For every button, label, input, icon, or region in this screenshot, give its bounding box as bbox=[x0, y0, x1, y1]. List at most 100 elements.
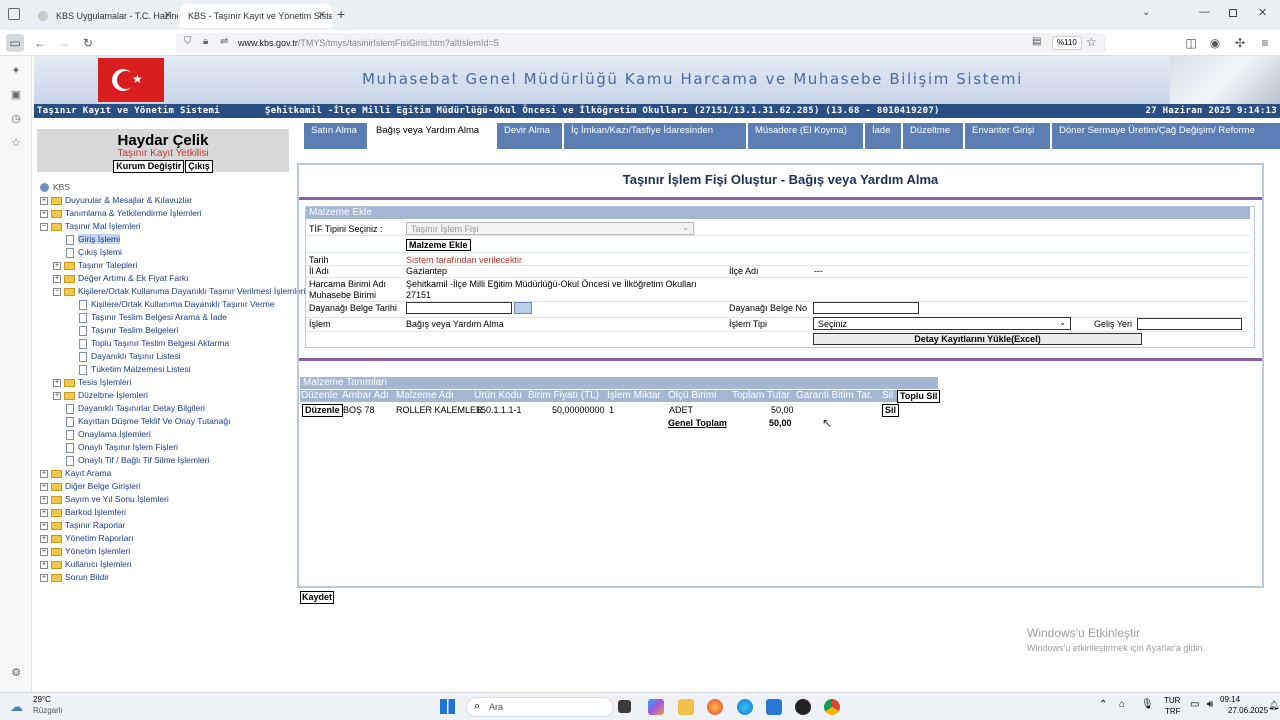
tree-item-tasinir-mal[interactable]: − Taşınır Mal İşlemleri bbox=[40, 220, 141, 232]
menu-icon[interactable]: ≡ bbox=[1256, 34, 1274, 52]
microphone-icon[interactable]: 🎙︎ bbox=[1141, 699, 1154, 710]
tree-item-sayim[interactable]: + Sayım ve Yıl Sonu İşlemleri bbox=[40, 493, 169, 505]
tree-item-dayanikli-detay[interactable]: Dayanıklı Taşınırlar Detay Bilgileri bbox=[66, 402, 205, 414]
tree-item-tasinir-verme[interactable]: Kişilere/Ortak Kullanıma Dayanıklı Taşın… bbox=[79, 298, 275, 310]
clock-date[interactable]: 27.06.2025 bbox=[1228, 706, 1268, 715]
reload-icon[interactable]: ↻ bbox=[79, 34, 97, 52]
tree-item-yonetim-raporlari[interactable]: + Yönetim Raporları bbox=[40, 532, 134, 544]
network-icon[interactable]: ⌂ bbox=[1119, 699, 1125, 710]
tree-root[interactable]: KBS bbox=[40, 181, 70, 193]
tree-item-teslim-arama[interactable]: Taşınır Teslim Belgesi Arama & İade bbox=[79, 311, 227, 323]
ai-chat-icon[interactable]: ✦ bbox=[9, 64, 23, 78]
minimize-icon[interactable]: — bbox=[1199, 6, 1210, 18]
zoom-indicator[interactable]: %110 bbox=[1052, 36, 1082, 50]
add-material-button[interactable]: Malzeme Ekle bbox=[406, 239, 471, 251]
tree-item-duzeltme[interactable]: + Düzeltme İşlemleri bbox=[53, 389, 148, 401]
delete-row-button[interactable]: Sil bbox=[882, 404, 900, 417]
tree-item-barkod[interactable]: + Barkod İşlemleri bbox=[40, 506, 126, 518]
tree-item-yonetim-islemleri[interactable]: + Yönetim İşlemleri bbox=[40, 545, 130, 557]
weather-temp[interactable]: 29°C bbox=[33, 695, 51, 704]
logout-button[interactable]: Çıkış bbox=[185, 160, 213, 173]
tab-satin-alma[interactable]: Satın Alma bbox=[304, 123, 369, 149]
tree-item-cikis-islemi[interactable]: Çıkış İşlemi bbox=[66, 246, 122, 258]
tree-item-diger-belge[interactable]: + Diğer Belge Girişleri bbox=[40, 480, 141, 492]
tab-ic-imkan[interactable]: İç İmkan/Kazı/Tasfiye İdaresinden bbox=[564, 123, 748, 149]
clock-time[interactable]: 09:14 bbox=[1220, 695, 1240, 704]
recorder-icon[interactable] bbox=[795, 699, 811, 715]
task-view-icon[interactable] bbox=[618, 700, 631, 713]
tab-bagis-yardim[interactable]: Bağış veya Yardım Alma bbox=[369, 123, 497, 149]
tab-overflow-icon[interactable]: ⌄ bbox=[1142, 7, 1150, 18]
tree-item-onayli-fisler[interactable]: Onaylı Taşınır İşlem Fişleri bbox=[66, 441, 178, 453]
tray-overflow-icon[interactable]: ⌃ bbox=[1099, 699, 1107, 710]
language-bottom[interactable]: TRF bbox=[1165, 707, 1181, 716]
chrome-icon[interactable] bbox=[824, 699, 840, 715]
shield-icon[interactable]: ⛉ bbox=[184, 36, 192, 47]
tree-item-deger-artimi[interactable]: + Değer Artımı & Ek Fiyat Farkı bbox=[53, 272, 189, 284]
close-tab-icon[interactable]: ✕ bbox=[318, 4, 326, 28]
language-top[interactable]: TUR bbox=[1164, 696, 1180, 705]
weather-icon[interactable]: ☁ bbox=[10, 699, 23, 715]
bookmark-star-icon[interactable]: ☆ bbox=[1086, 35, 1097, 49]
tree-item-onaylama[interactable]: Onaylama İşlemleri bbox=[66, 428, 151, 440]
dayanak-no-input[interactable] bbox=[813, 302, 919, 314]
tree-item-dayanikli-liste[interactable]: Dayanıklı Taşınır Listesi bbox=[79, 350, 181, 362]
tree-item-giris-islemi[interactable]: Giriş İşlemi bbox=[66, 233, 121, 245]
tab-duzeltme[interactable]: Düzeltme bbox=[903, 123, 965, 149]
display-icon[interactable]: ▭ bbox=[1190, 699, 1199, 710]
close-tab-icon[interactable]: ✕ bbox=[164, 4, 172, 28]
back-icon[interactable]: ← bbox=[31, 34, 49, 52]
browser-tab-2[interactable]: KBS - Taşınır Kayıt ve Yönetim Sistem ✕ bbox=[180, 4, 332, 28]
notification-icon[interactable]: 🔔︎ bbox=[1268, 700, 1279, 711]
change-institution-button[interactable]: Kurum Değiştir bbox=[113, 160, 185, 173]
calendar-icon[interactable] bbox=[514, 302, 532, 314]
tree-item-kullanici[interactable]: + Kullanıcı İşlemleri bbox=[40, 558, 132, 570]
restore-icon[interactable] bbox=[1229, 9, 1237, 17]
tree-item-sorun-bildir[interactable]: + Sorun Bildir bbox=[40, 571, 109, 583]
weather-desc[interactable]: Rüzgarlı bbox=[33, 706, 63, 715]
account-icon[interactable]: ◉ bbox=[1206, 34, 1224, 52]
tree-item-duyurular[interactable]: + Duyurular & Mesajlar & Kılavuzlar bbox=[40, 194, 192, 206]
tree-item-kayit-arama[interactable]: + Kayıt Arama bbox=[40, 467, 111, 479]
tree-item-onayli-tif-silme[interactable]: Onaylı Tif / Bağlı Tif Silme İşlemleri bbox=[66, 454, 209, 466]
taskbar-search[interactable]: ⌕ Ara bbox=[466, 697, 614, 717]
close-window-icon[interactable]: ✕ bbox=[1258, 6, 1267, 19]
file-explorer-icon[interactable] bbox=[678, 699, 694, 715]
extensions-icon[interactable]: ✣ bbox=[1231, 34, 1249, 52]
bookmarks-icon[interactable]: ☆ bbox=[9, 136, 23, 150]
firefox-icon[interactable] bbox=[707, 699, 723, 715]
excel-upload-button[interactable]: Detay Kayıtlarını Yükle(Excel) bbox=[813, 333, 1142, 345]
bulk-delete-button[interactable]: Toplu Sil bbox=[897, 390, 941, 403]
tree-item-tasinir-raporlar[interactable]: + Taşınır Raporlar bbox=[40, 519, 125, 531]
reader-view-icon[interactable]: ▤ bbox=[1032, 36, 1041, 47]
forward-icon[interactable]: → bbox=[55, 34, 73, 52]
tab-devir-alma[interactable]: Devir Alma bbox=[497, 123, 564, 149]
tree-item-tasinir-talepleri[interactable]: + Taşınır Talepleri bbox=[53, 259, 137, 271]
history-icon[interactable]: ◷ bbox=[9, 112, 23, 126]
gelis-yeri-input[interactable] bbox=[1137, 318, 1242, 330]
save-button[interactable]: Kaydet bbox=[300, 591, 335, 604]
tab-musadere[interactable]: Müsadere (El Koyma) bbox=[748, 123, 865, 149]
copilot-icon[interactable] bbox=[648, 699, 664, 715]
tree-item-tuketim-liste[interactable]: Tüketim Malzemesi Listesi bbox=[79, 363, 191, 375]
volume-icon[interactable]: 🔊︎ bbox=[1207, 699, 1213, 710]
tree-item-kisilere[interactable]: − Kişilere/Ortak Kullanıma Dayanıklı Taşı… bbox=[53, 285, 306, 297]
tree-item-tesis[interactable]: + Tesis İşlemleri bbox=[53, 376, 131, 388]
islem-tipi-select[interactable]: Seçiniz ⌄ bbox=[813, 317, 1071, 330]
store-icon[interactable] bbox=[766, 699, 782, 715]
edit-row-button[interactable]: Düzenle bbox=[302, 404, 343, 417]
url-text[interactable]: www.kbs.gov.tr/TMYS/tmys/tasinirIslemFis… bbox=[238, 33, 499, 53]
browser-tab-1[interactable]: KBS Uygulamalar - T.C. Hazine ve ✕ bbox=[30, 4, 178, 28]
windows-start-icon[interactable] bbox=[440, 699, 455, 714]
tree-item-toplu-aktarma[interactable]: Toplu Taşınır Teslim Belgesi Aktarma bbox=[79, 337, 229, 349]
tree-item-teslim-belgeleri[interactable]: Taşınır Teslim Belgeleri bbox=[79, 324, 178, 336]
tab-list-icon[interactable] bbox=[8, 8, 20, 20]
lock-icon[interactable]: 🔒︎ bbox=[203, 36, 208, 47]
tree-item-kayittan-dusme[interactable]: Kayıttan Düşme Teklif Ve Onay Tutanağı bbox=[66, 415, 230, 427]
tab-iade[interactable]: İade bbox=[865, 123, 903, 149]
address-bar[interactable]: ⛉ 🔒︎ ⇌ www.kbs.gov.tr/TMYS/tmys/tasinirI… bbox=[176, 33, 1106, 53]
tab-envanter[interactable]: Envanter Girişi bbox=[965, 123, 1052, 149]
dayanak-tarih-input[interactable] bbox=[406, 302, 512, 314]
edge-icon[interactable] bbox=[737, 699, 753, 715]
customize-sidebar-icon[interactable]: ⚙ bbox=[9, 666, 23, 680]
